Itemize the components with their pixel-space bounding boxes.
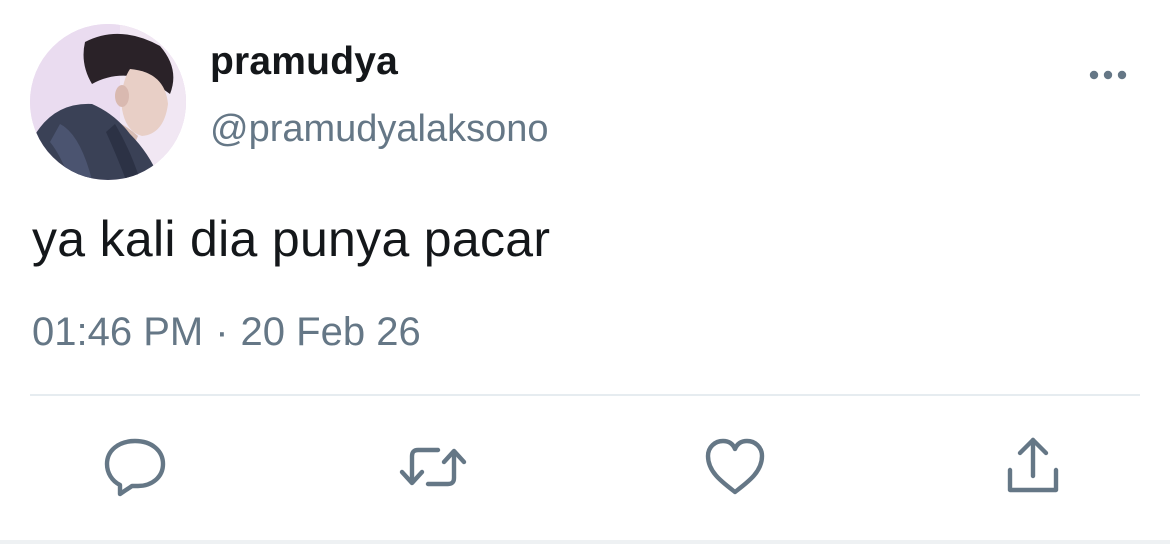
share-button[interactable] [998, 432, 1068, 502]
timestamp-separator: · [215, 310, 229, 354]
more-options-icon[interactable] [1084, 60, 1132, 90]
divider [30, 394, 1140, 396]
tweet-card: pramudya @pramudyalaksono ya kali dia pu… [0, 0, 1170, 558]
tweet-actions [0, 432, 1170, 502]
like-icon [705, 438, 765, 495]
bottom-border [0, 540, 1170, 544]
reply-button[interactable] [100, 432, 170, 502]
tweet-time: 01:46 PM [32, 310, 204, 354]
like-button[interactable] [700, 432, 770, 502]
tweet-text: ya kali dia punya pacar [32, 211, 551, 267]
retweet-button[interactable] [398, 432, 468, 502]
reply-icon [104, 438, 166, 497]
display-name[interactable]: pramudya [210, 40, 398, 84]
tweet-date: 20 Feb 26 [240, 310, 421, 354]
user-handle[interactable]: @pramudyalaksono [210, 108, 549, 151]
share-icon [1007, 437, 1059, 493]
retweet-icon [399, 447, 467, 487]
tweet-timestamp[interactable]: 01:46 PM · 20 Feb 26 [32, 310, 421, 355]
avatar[interactable] [30, 24, 186, 180]
avatar-image [30, 24, 186, 180]
